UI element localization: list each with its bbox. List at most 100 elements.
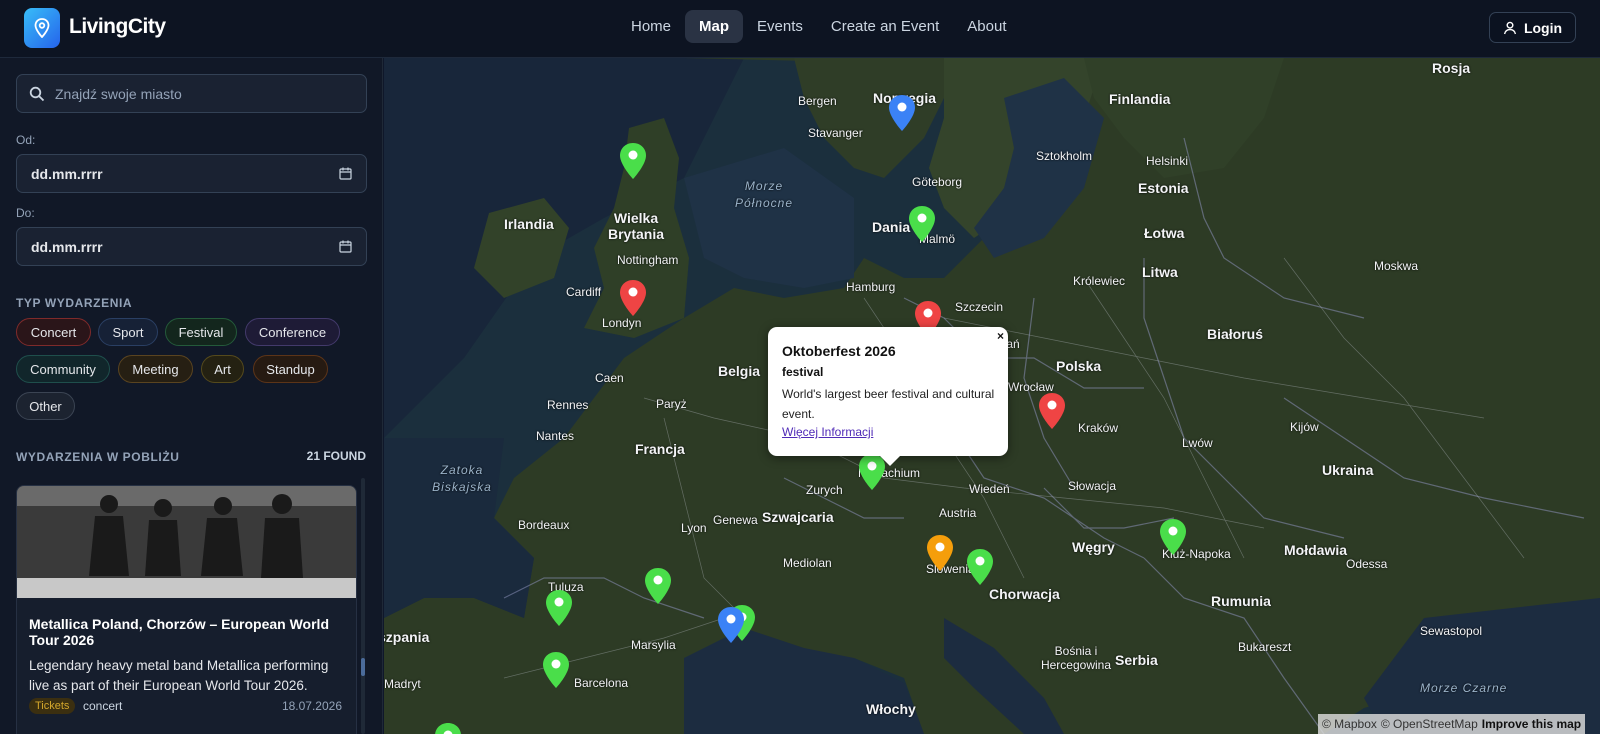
map-label-moscow: Moskwa [1374,259,1419,273]
city-search-input[interactable]: Znajdź swoje miasto [16,74,367,113]
chip-art[interactable]: Art [201,355,244,383]
nav-about[interactable]: About [953,10,1020,43]
map-label-black-sea: Morze Czarne [1420,681,1508,695]
popup-close-button[interactable]: × [997,329,1004,343]
search-icon [29,86,45,101]
chip-concert[interactable]: Concert [16,318,91,346]
event-date: 18.07.2026 [281,699,342,713]
map-attribution: © Mapbox © OpenStreetMap Improve this ma… [1318,714,1586,734]
map-label-belarus: Białoruś [1207,326,1264,342]
chip-sport[interactable]: Sport [98,318,158,346]
login-button[interactable]: Login [1489,12,1576,43]
to-date-input[interactable]: dd.mm.rrrr [16,227,367,266]
map-label-nantes: Nantes [536,429,575,443]
map-label-ireland: Irlandia [504,216,554,232]
map-label-szczecin: Szczecin [955,300,1004,314]
nav-create-event[interactable]: Create an Event [817,10,953,43]
scrollbar-thumb[interactable] [361,658,365,676]
nav-map[interactable]: Map [685,10,744,43]
search-placeholder: Znajdź swoje miasto [55,85,182,102]
event-marker-blue[interactable] [716,606,746,649]
chip-meeting[interactable]: Meeting [118,355,193,383]
map-label-cardiff: Cardiff [566,285,602,299]
map-label-slovakia: Słowacja [1068,479,1117,493]
event-marker-green[interactable] [433,722,463,734]
calendar-icon[interactable] [339,240,352,253]
map-label-nottingham: Nottingham [617,253,679,267]
chip-festival[interactable]: Festival [165,318,237,346]
event-marker-green[interactable] [541,651,571,694]
event-marker-green[interactable] [1158,518,1188,561]
event-image [17,486,356,598]
map-label-geneva: Genewa [713,513,758,527]
map-label-madrid: Madryt [384,677,421,691]
map-label-estonia: Estonia [1138,180,1189,196]
map-label-hamburg: Hamburg [846,280,896,294]
chip-other[interactable]: Other [16,392,75,420]
event-marker-blue[interactable] [887,94,917,137]
map-label-north-sea: Morze Północne [734,179,794,210]
map-label-zurich: Zurych [806,483,843,497]
nav-events[interactable]: Events [743,10,817,43]
brand-name[interactable]: LivingCity [69,15,166,39]
event-marker-green[interactable] [618,142,648,185]
from-date-label: Od: [16,133,36,147]
map-label-switzerland: Szwajcaria [762,509,834,525]
chip-standup[interactable]: Standup [253,355,328,383]
map-label-bucharest: Bukareszt [1238,640,1292,654]
nav-home[interactable]: Home [617,10,685,43]
map-label-lithuania: Litwa [1142,264,1178,280]
map-label-france: Francja [635,441,685,457]
map-label-croatia: Chorwacja [989,586,1060,602]
map-label-bosnia: Bośnia i Hercegowina [1040,644,1112,672]
mapbox-attribution[interactable]: © Mapbox [1322,717,1377,731]
event-marker-green[interactable] [544,589,574,632]
map-label-hungary: Węgry [1072,539,1115,555]
map-label-krakow: Kraków [1078,421,1119,435]
map-label-belgium: Belgia [718,363,761,379]
map-label-kaliningrad: Królewiec [1073,274,1126,288]
to-date-label: Do: [16,206,35,220]
map-label-great-britain: Wielka Brytania [607,210,665,242]
map-label-caen: Caen [595,371,624,385]
map-label-latvia: Łotwa [1144,225,1185,241]
event-card[interactable]: Metallica Poland, Chorzów – European Wor… [16,485,357,734]
login-label: Login [1523,19,1563,36]
improve-map-link[interactable]: Improve this map [1482,717,1581,731]
app-logo[interactable] [24,8,60,48]
location-pin-icon [34,18,50,38]
calendar-icon[interactable] [339,167,352,180]
chip-conference[interactable]: Conference [245,318,340,346]
map-label-stavanger: Stavanger [808,126,863,140]
events-scrollbar[interactable] [361,478,365,734]
to-date-value: dd.mm.rrrr [31,238,103,255]
popup-more-info-link[interactable]: Więcej Informacji [782,425,873,439]
event-marker-red[interactable] [618,279,648,322]
event-marker-red[interactable] [1037,392,1067,435]
map-label-bergen: Bergen [798,94,837,108]
from-date-input[interactable]: dd.mm.rrrr [16,154,367,193]
event-marker-green[interactable] [643,567,673,610]
map-label-denmark: Dania [872,219,911,235]
from-date-value: dd.mm.rrrr [31,165,103,182]
map-label-bordeaux: Bordeaux [518,518,570,532]
user-icon [1503,21,1517,34]
top-navbar: LivingCity Home Map Events Create an Eve… [0,0,1600,58]
event-title: Metallica Poland, Chorzów – European Wor… [29,616,330,648]
map-label-austria: Austria [939,506,977,520]
map-label-sevastopol: Sewastopol [1420,624,1483,638]
event-marker-green[interactable] [965,548,995,591]
tickets-badge: Tickets [29,698,76,714]
main-nav: Home Map Events Create an Event About [617,10,1020,43]
event-description: Legendary heavy metal band Metallica per… [29,658,329,693]
event-marker-orange[interactable] [925,534,955,577]
event-marker-green[interactable] [907,205,937,248]
map-label-spain: szpania [384,629,430,645]
osm-attribution[interactable]: © OpenStreetMap [1381,717,1478,731]
map-label-finland: Finlandia [1109,91,1171,107]
event-popup: × Oktoberfest 2026 festival World's larg… [768,327,1008,466]
map-label-rennes: Rennes [547,398,589,412]
chip-community[interactable]: Community [16,355,110,383]
map-label-romania: Rumunia [1211,593,1271,609]
map-label-paris: Paryż [656,397,687,411]
